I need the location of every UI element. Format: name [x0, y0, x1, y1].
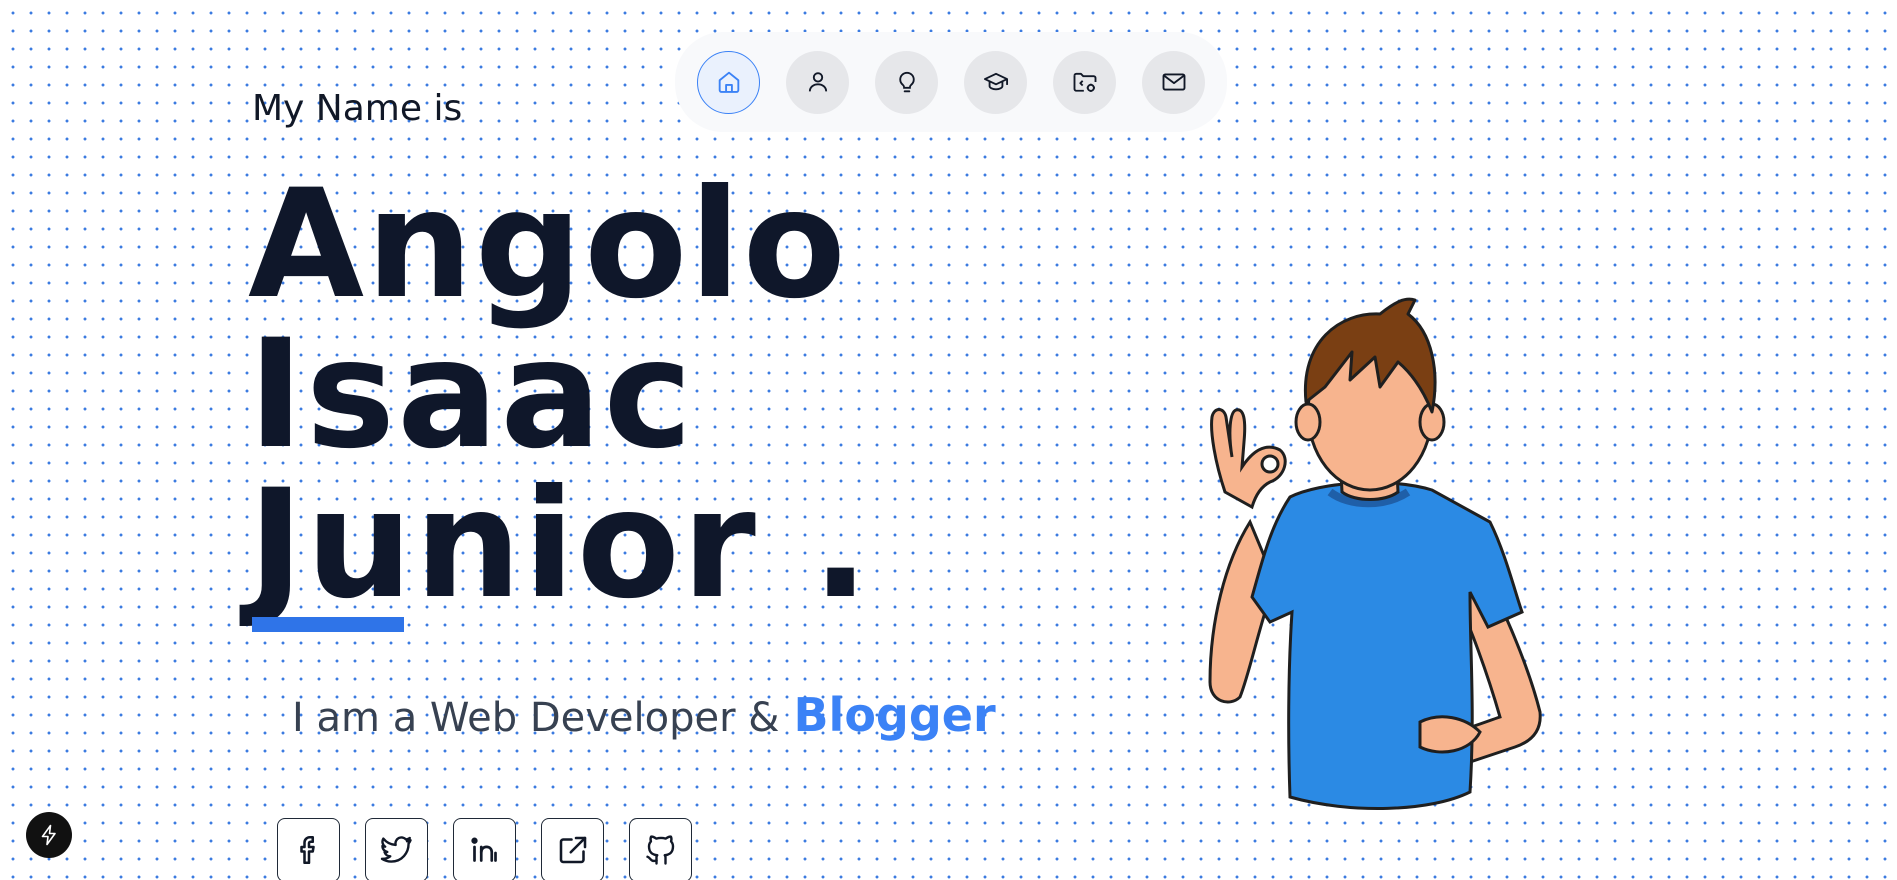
facebook-icon: [299, 835, 315, 865]
name-first: Angolo: [248, 158, 848, 332]
external-link-icon: [559, 836, 586, 864]
name-underline: [252, 617, 404, 632]
github-icon: [645, 835, 674, 865]
lightbulb-icon: [898, 71, 915, 93]
tagline-prefix: I am a Web Developer &: [292, 695, 780, 741]
home-icon: [718, 71, 739, 93]
twitter-icon: [380, 836, 412, 863]
linkedin-link[interactable]: [453, 818, 516, 880]
cartoon-avatar-illustration: [1208, 297, 1542, 810]
user-icon: [808, 72, 827, 92]
tagline: I am a Web Developer & Blogger: [292, 688, 996, 742]
portfolio-link[interactable]: [541, 818, 604, 880]
lightning-bolt-icon: [41, 824, 56, 846]
name-middle: Isaac: [248, 308, 695, 482]
linkedin-icon: [470, 837, 497, 862]
tagline-highlight: Blogger: [793, 688, 996, 742]
github-link[interactable]: [629, 818, 692, 880]
quick-action-button[interactable]: [26, 812, 72, 858]
nav-skills-button[interactable]: [875, 50, 938, 114]
graduation-cap-icon: [983, 72, 1008, 91]
intro-text: My Name is: [252, 88, 463, 129]
top-navigation: [675, 32, 1227, 132]
nav-about-button[interactable]: [786, 50, 849, 114]
nav-education-button[interactable]: [964, 50, 1027, 114]
nav-projects-button[interactable]: [1053, 50, 1116, 114]
nav-home-button[interactable]: [697, 50, 760, 114]
folder-code-icon: [1073, 72, 1096, 92]
social-links: [277, 818, 692, 880]
mail-icon: [1162, 73, 1185, 91]
facebook-link[interactable]: [277, 818, 340, 880]
name-last: Junior .: [248, 458, 872, 632]
twitter-link[interactable]: [365, 818, 428, 880]
nav-contact-button[interactable]: [1142, 50, 1205, 114]
